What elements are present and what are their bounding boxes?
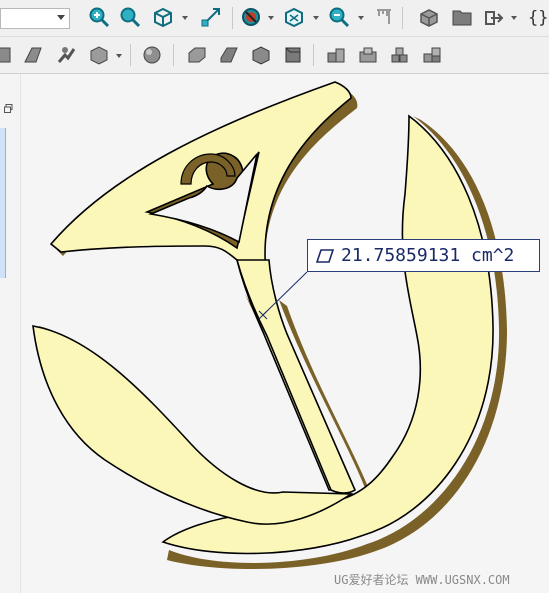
part-icon[interactable]	[418, 6, 440, 28]
area-value: 21.75859131 cm^2	[341, 245, 515, 266]
toolbar-separator	[130, 44, 131, 66]
toolbar-separator	[402, 7, 403, 29]
snap-view-icon[interactable]	[200, 6, 222, 28]
area-parallelogram-icon	[316, 249, 334, 263]
watermark-text: UG爱好者论坛 WWW.UGSNX.COM	[334, 573, 510, 587]
toolbar-top: {}	[0, 0, 549, 37]
resource-bar	[0, 74, 21, 593]
toolbar-separator	[313, 44, 314, 66]
shaded-block-icon[interactable]	[218, 44, 240, 66]
block-icon[interactable]	[186, 44, 208, 66]
box-icon[interactable]	[250, 44, 272, 66]
export-icon[interactable]	[483, 6, 505, 28]
chevron-down-icon[interactable]	[116, 54, 122, 58]
face-stem	[235, 259, 357, 494]
chevron-down-icon[interactable]	[313, 16, 319, 20]
assembly-4-icon[interactable]	[421, 44, 443, 66]
navigator-tab[interactable]	[0, 128, 6, 278]
measure-icon[interactable]	[374, 6, 396, 28]
assembly-icon[interactable]	[325, 44, 347, 66]
chevron-down-icon	[57, 15, 65, 20]
view-orient-icon[interactable]	[152, 6, 174, 28]
cube-dark-icon[interactable]	[282, 44, 304, 66]
render-style-icon[interactable]	[240, 6, 262, 28]
sphere-icon[interactable]	[141, 44, 163, 66]
zoom-fit-icon[interactable]	[88, 6, 110, 28]
restore-window-icon[interactable]	[4, 104, 13, 113]
chevron-down-icon[interactable]	[511, 16, 517, 20]
filter-dropdown[interactable]	[0, 8, 70, 29]
wireframe-icon[interactable]	[283, 6, 305, 28]
braces-icon[interactable]: {}	[528, 8, 548, 28]
zoom-icon[interactable]	[119, 6, 141, 28]
part-model[interactable]	[21, 74, 549, 593]
folder-icon[interactable]	[451, 6, 473, 28]
blend-icon[interactable]	[22, 44, 44, 66]
chevron-down-icon[interactable]	[268, 16, 274, 20]
chevron-down-icon[interactable]	[182, 16, 188, 20]
cube-icon[interactable]	[88, 44, 110, 66]
area-measurement-callout[interactable]: 21.75859131 cm^2	[307, 239, 540, 272]
graphics-window[interactable]	[21, 74, 549, 593]
zoom-window-icon[interactable]	[328, 6, 350, 28]
move-icon[interactable]	[55, 44, 77, 66]
assembly-2-icon[interactable]	[357, 44, 379, 66]
toolbar-separator	[173, 44, 174, 66]
toolbar-separator	[232, 7, 233, 29]
toolbar-second	[0, 37, 549, 74]
assembly-3-icon[interactable]	[389, 44, 411, 66]
chevron-down-icon[interactable]	[358, 16, 364, 20]
shape-icon[interactable]	[0, 44, 14, 66]
